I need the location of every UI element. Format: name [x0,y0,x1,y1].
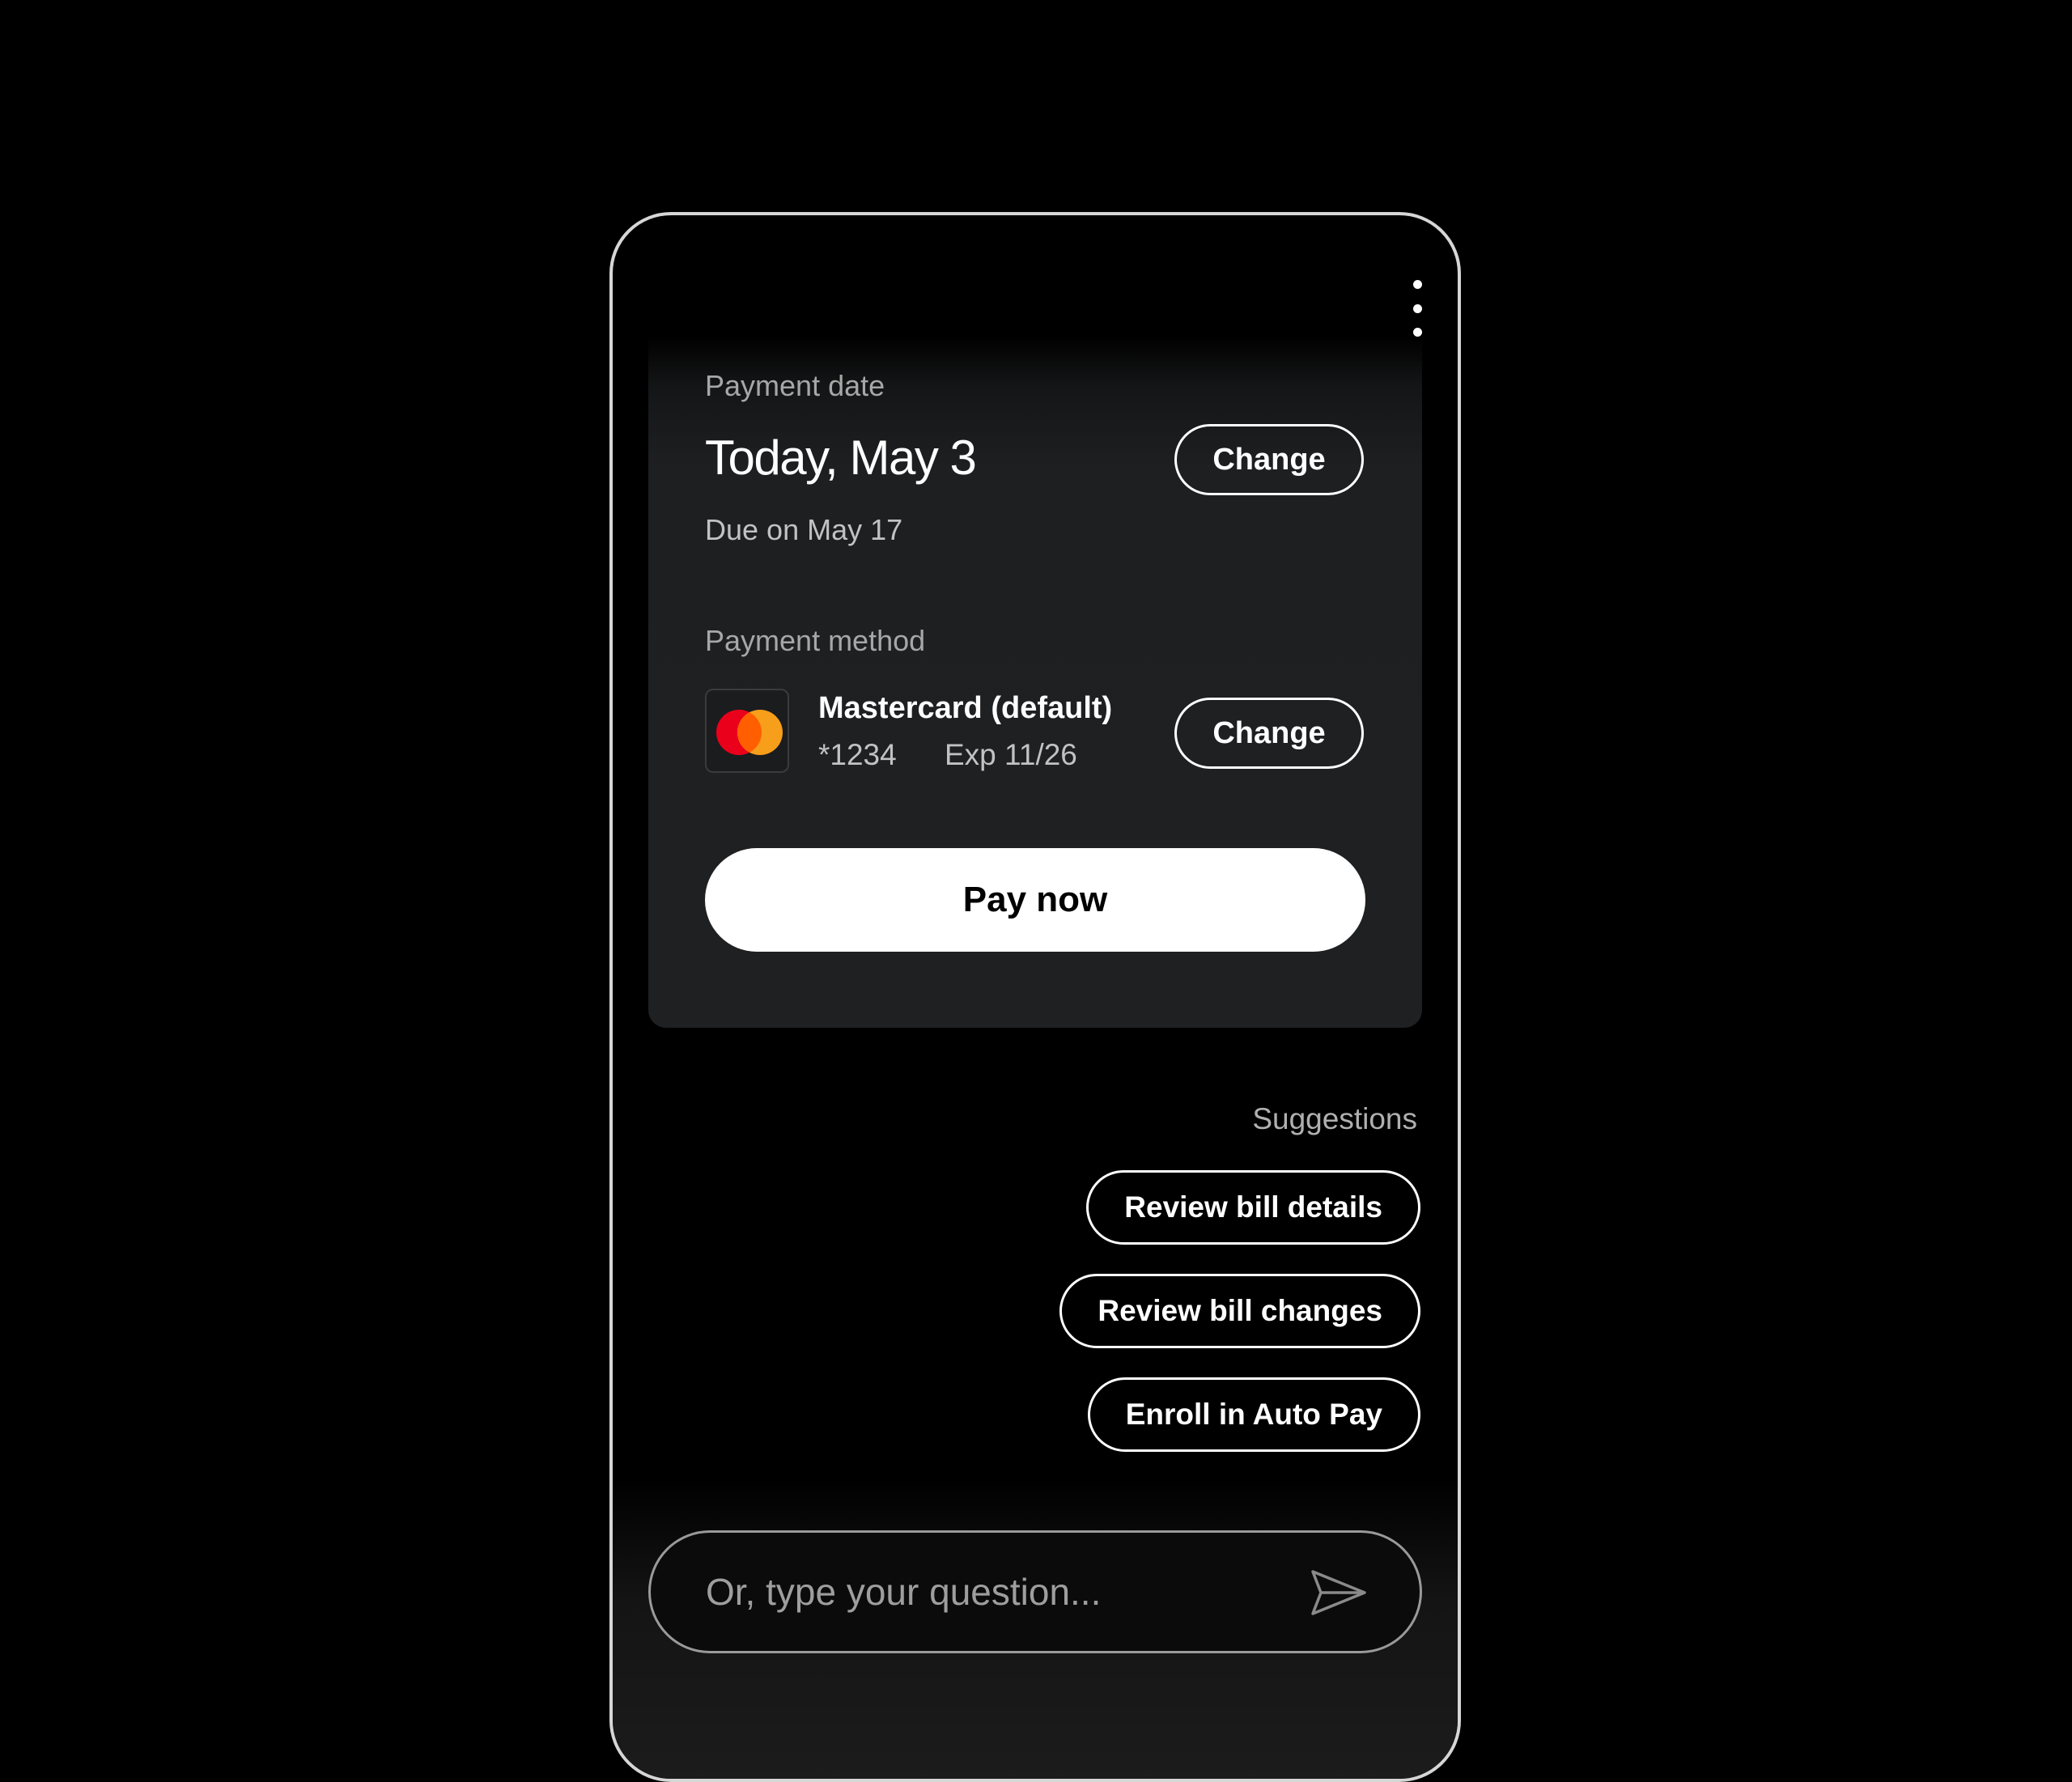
chat-input-box [648,1530,1422,1653]
card-expiry: Exp 11/26 [945,738,1077,771]
payment-date-value: Today, May 3 [705,431,977,485]
change-method-button[interactable]: Change [1174,698,1364,769]
change-date-button[interactable]: Change [1174,424,1364,495]
mastercard-logo [705,689,789,773]
pay-now-button[interactable]: Pay now [705,848,1365,952]
suggestion-review-bill-changes[interactable]: Review bill changes [1059,1274,1420,1348]
card-name: Mastercard (default) [818,691,1113,725]
mastercard-icon [716,710,783,755]
more-vertical-icon[interactable] [1406,280,1429,337]
send-icon[interactable] [1310,1568,1368,1617]
phone-frame: Payment date Today, May 3 Due on May 17 … [609,212,1461,1782]
due-date: Due on May 17 [705,513,903,546]
suggestion-review-bill-details[interactable]: Review bill details [1086,1170,1420,1245]
question-input[interactable] [704,1569,1290,1614]
suggestions-label: Suggestions [1252,1102,1417,1135]
suggestion-enroll-auto-pay[interactable]: Enroll in Auto Pay [1087,1377,1420,1452]
payment-method-label: Payment method [705,624,926,657]
card-number: *1234 [818,738,897,771]
payment-date-label: Payment date [705,369,885,402]
